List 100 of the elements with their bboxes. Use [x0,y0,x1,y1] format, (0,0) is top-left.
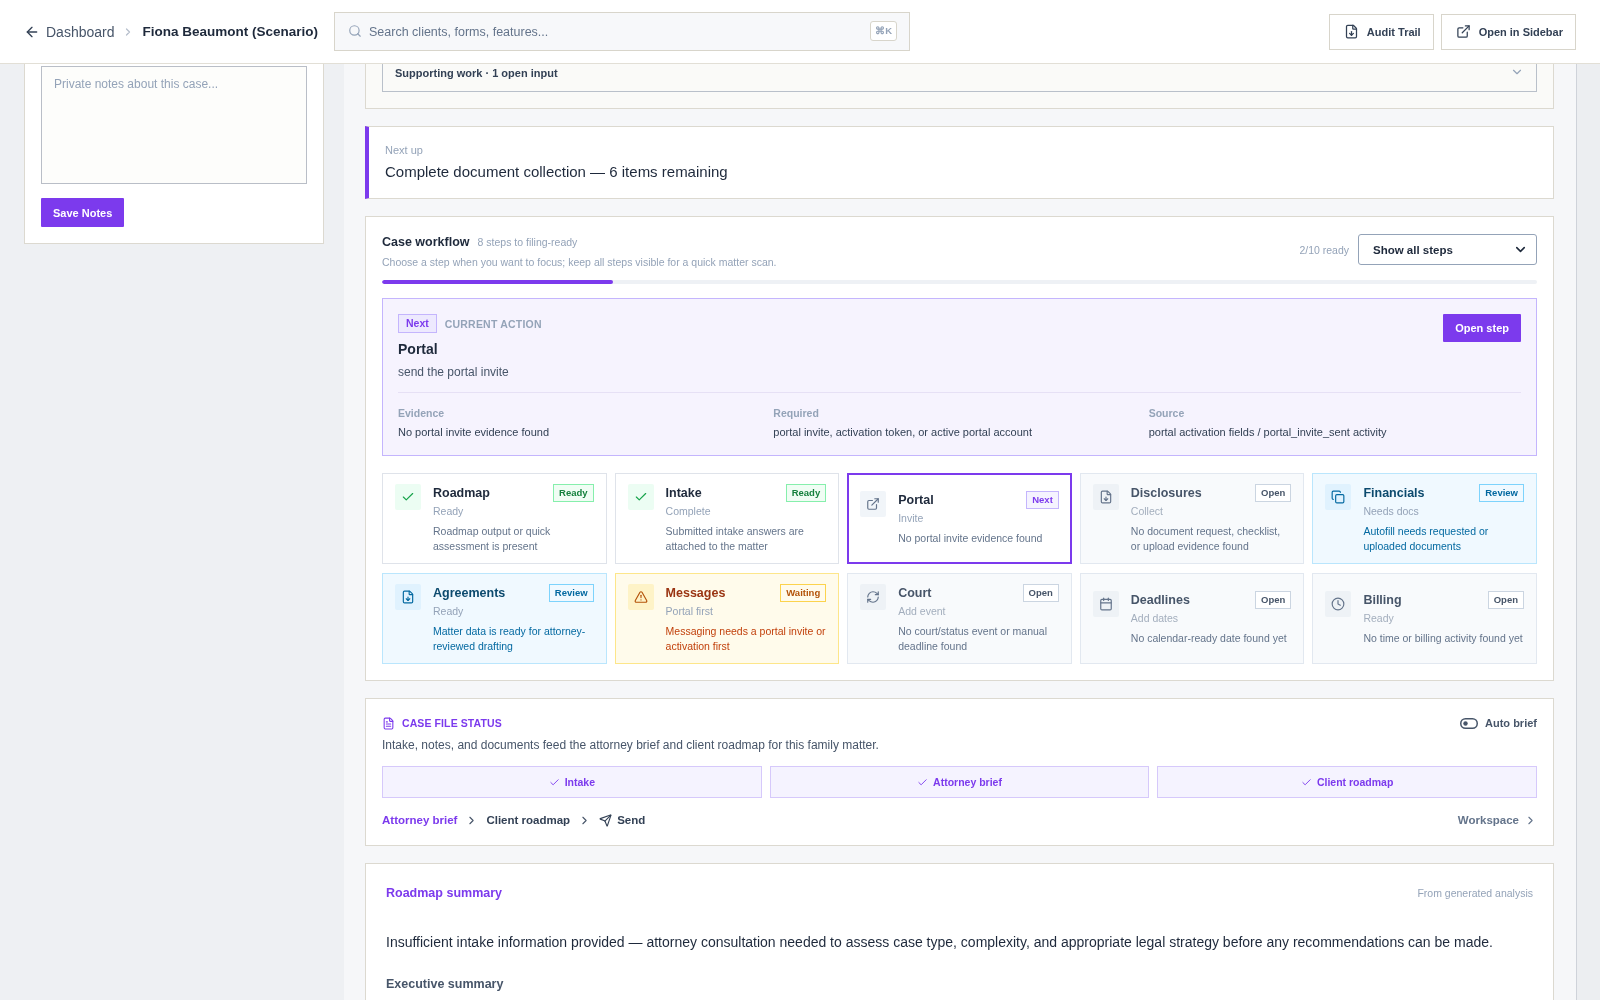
workflow-subtitle: 8 steps to filing-ready [477,235,578,250]
clock-icon [1325,591,1352,618]
case-file-status-title: CASE FILE STATUS [402,717,502,729]
stage-button[interactable]: Attorney brief [769,766,1150,798]
workflow-step-card[interactable]: Portal Next Invite No portal invite evidence found [847,473,1072,564]
send-button[interactable]: Send [599,813,646,827]
step-status: Needs docs [1363,504,1420,518]
step-title: Billing [1363,593,1402,608]
step-title: Financials [1363,486,1425,500]
status-badge: Review [548,584,594,602]
status-badge: Ready [553,484,594,502]
step-status: Portal first [665,604,714,618]
step-description: No court/status event or manual deadline found [898,624,1048,653]
status-badge: Open [1022,584,1059,602]
next-up-label: Next up [385,143,424,157]
stage-button[interactable]: Intake [382,766,762,798]
workflow-step-card[interactable]: Roadmap Ready Ready Roadmap output or quick assessment is present [382,473,607,564]
stage-button[interactable]: Client roadmap [1157,766,1537,798]
step-description: Messaging needs a portal invite or activation first [665,624,827,653]
warning-icon [627,584,654,610]
step-title: Portal [898,493,934,508]
back-link[interactable]: Dashboard [24,22,115,41]
next-up-title: Complete document collection — 6 items remaining [385,162,729,182]
check-icon [395,484,421,510]
external-link-icon [860,491,887,518]
step-description: No portal invite evidence found [898,531,1044,546]
current-action-label: CURRENT ACTION [444,317,542,330]
detail-value: No portal invite evidence found [398,425,551,439]
audit-trail-button[interactable]: Audit Trail [1328,13,1434,50]
workflow-step-card[interactable]: Messages Waiting Portal first Messaging needs a portal invite or activation first [614,573,840,664]
shortcut-key: ⌘K [870,21,898,41]
workflow-hint: Choose a step when you want to focus; keep all steps visible for a quick matter scan. [382,255,777,269]
workflow-title: Case workflow [382,234,470,251]
step-status: Add event [898,604,947,618]
workflow-step-card[interactable]: Deadlines Open Add dates No calendar-ready date found yet [1079,573,1305,664]
notes-field[interactable]: Private notes about this case... [41,66,307,184]
step-status: Invite [898,511,925,526]
calendar-icon [1092,591,1119,618]
current-action-description: send the portal invite [398,364,510,380]
status-badge: Review [1479,484,1524,502]
detail-value: portal invite, activation token, or active portal account [773,425,1033,439]
step-title: Court [898,586,932,600]
save-notes-button[interactable]: Save Notes [41,198,125,227]
workspace-link[interactable]: Workspace [1457,813,1537,827]
step-status: Ready [433,504,465,518]
step-title: Intake [665,486,702,500]
file-download-icon [395,584,421,610]
open-step-button[interactable]: Open step [1443,314,1521,342]
step-status: Collect [1130,504,1164,518]
step-status: Ready [1363,611,1395,626]
status-badge: Open [1487,591,1524,610]
path-link[interactable]: Attorney brief [382,814,458,826]
step-description: No calendar-ready date found yet [1130,631,1288,646]
refresh-icon [860,584,887,610]
workflow-step-card[interactable]: Billing Open Ready No time or billing activity found yet [1312,573,1537,664]
detail-label: Source [1148,406,1186,420]
step-status: Complete [665,504,712,518]
summary-source: From generated analysis [1417,886,1533,901]
step-description: No time or billing activity found yet [1363,631,1524,646]
step-description: Autofill needs requested or uploaded documents [1363,524,1490,553]
step-title: Disclosures [1130,486,1202,500]
copy-icon [1325,484,1352,510]
detail-label: Evidence [398,406,446,420]
document-icon [382,716,395,730]
status-badge: Next [1026,491,1059,510]
step-title: Roadmap [433,486,490,500]
workflow-step-card[interactable]: Disclosures Open Collect No document request, checklist, or upload evidence found [1079,473,1305,564]
workflow-step-card[interactable]: Financials Review Needs docs Autofill needs requested or uploaded documents [1312,473,1537,564]
search-icon [348,24,363,38]
summary-text: Insufficient intake information provided — attorney consultation needed to assess case type, complexity, and appropriate legal strategy before any recommendations can be made. [386,933,1494,952]
workflow-step-card[interactable]: Intake Ready Complete Submitted intake answers are attached to the matter [614,473,840,564]
ready-count: 2/10 ready [1299,243,1349,256]
next-badge: Next [398,314,437,333]
file-download-icon [1343,24,1359,39]
current-action-title: Portal [398,340,439,358]
path-link[interactable]: Client roadmap [486,814,571,826]
status-badge: Ready [785,484,827,502]
check-icon [627,484,654,510]
send-icon [599,813,613,827]
workflow-step-card[interactable]: Court Open Add event No court/status event or manual deadline found [847,573,1072,664]
step-description: Submitted intake answers are attached to the matter [665,524,805,553]
step-description: No document request, checklist, or upload evidence found [1130,524,1282,553]
file-download-icon [1092,484,1119,510]
case-file-description: Intake, notes, and documents feed the attorney brief and client roadmap for this family matter. [382,737,880,753]
external-link-icon [1455,24,1471,39]
auto-brief-toggle[interactable]: Auto brief [1460,717,1537,729]
step-title: Messages [665,586,726,600]
open-in-sidebar-button[interactable]: Open in Sidebar [1440,13,1576,50]
step-status: Add dates [1130,611,1180,626]
steps-filter-dropdown[interactable]: Show all steps [1358,234,1537,265]
detail-value: portal activation fields / portal_invite_sent activity [1148,425,1388,439]
status-badge: Open [1255,484,1292,502]
step-title: Agreements [433,586,506,600]
section-title: Executive summary [386,976,505,993]
status-badge: Waiting [780,584,827,602]
step-title: Deadlines [1130,593,1190,608]
workflow-step-card[interactable]: Agreements Review Ready Matter data is ready for attorney-reviewed drafting [382,573,607,664]
step-description: Matter data is ready for attorney-reviewed drafting [433,624,587,653]
step-status: Ready [433,604,465,618]
supporting-work-toggle[interactable]: Supporting work · 1 open input [382,64,1537,92]
